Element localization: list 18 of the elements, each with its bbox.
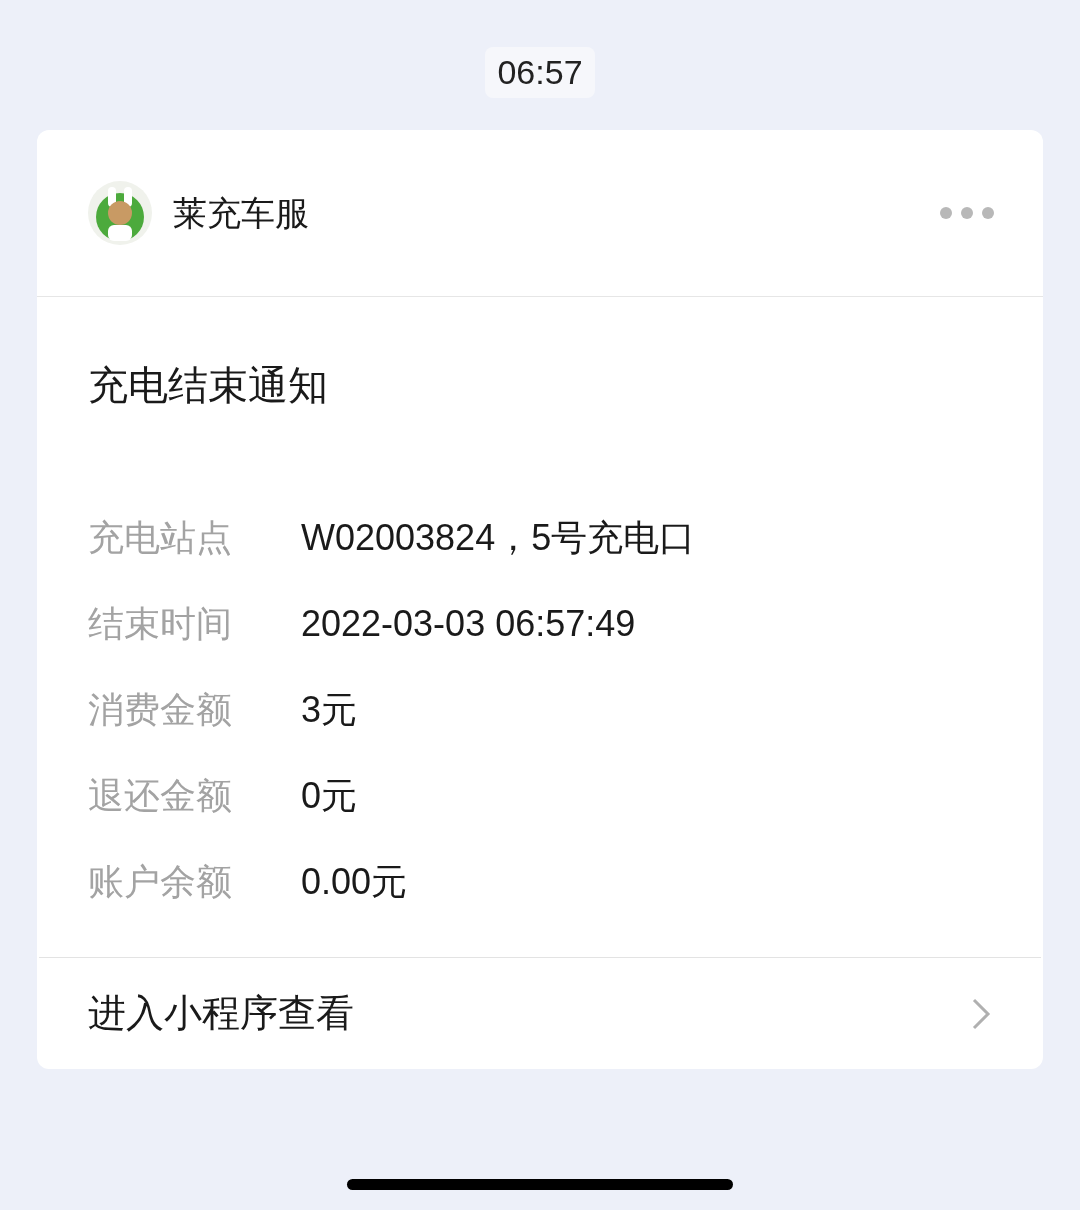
message-time: 06:57 [497,52,583,93]
field-label: 结束时间 [88,602,233,646]
field-value: 0元 [301,774,358,818]
field-value: 3元 [301,688,358,732]
chevron-right-icon [971,996,991,1031]
more-icon[interactable] [939,206,995,220]
field-value: W02003824，5号充电口 [301,516,696,560]
open-mini-program-link[interactable]: 进入小程序查看 [37,958,1043,1069]
field-value: 0.00元 [301,860,408,904]
field-label: 退还金额 [88,774,233,818]
field-label: 充电站点 [88,516,233,560]
avatar-icon[interactable] [88,181,152,245]
field-label: 消费金额 [88,688,233,732]
notice-title: 充电结束通知 [88,362,329,409]
field-label: 账户余额 [88,860,233,904]
home-indicator[interactable] [347,1179,733,1190]
field-value: 2022-03-03 06:57:49 [301,602,636,646]
account-name[interactable]: 莱充车服 [173,187,309,239]
